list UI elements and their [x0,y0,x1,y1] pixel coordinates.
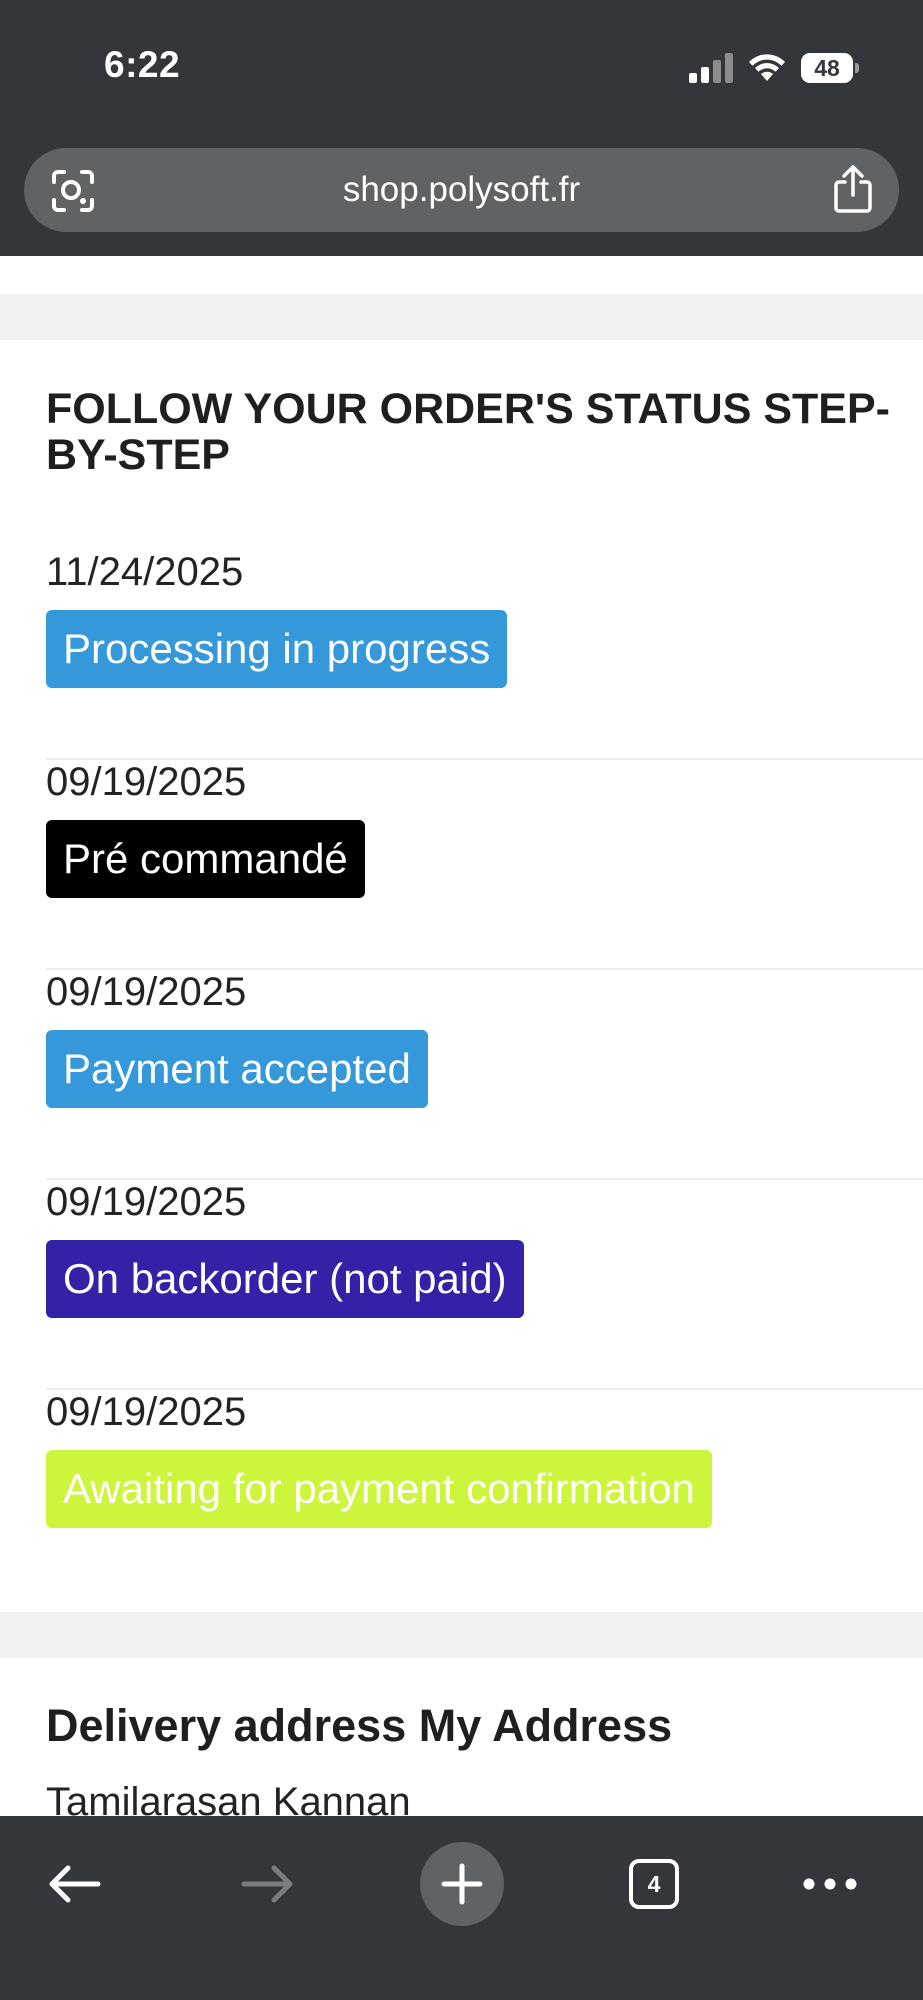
tab-count: 4 [629,1859,679,1909]
status-time: 6:22 [104,44,181,85]
cellular-signal-icon [689,53,733,83]
arrow-left-icon [49,1865,101,1903]
order-status-title: FOLLOW YOUR ORDER'S STATUS STEP-BY-STEP [46,385,890,479]
plus-icon [441,1863,483,1905]
status-history-entry: 09/19/2025 On backorder (not paid) [46,1180,923,1390]
browser-top-bar: 6:22 48 shop.polysoft.fr [0,0,923,256]
status-badge: Awaiting for payment confirmation [46,1450,712,1528]
status-history-entry: 11/24/2025 Processing in progress [46,550,923,760]
wifi-icon [749,54,785,81]
delivery-address-name: Tamilarasan Kannan [46,1780,411,1816]
status-badge: Payment accepted [46,1030,428,1108]
tabs-button[interactable]: 4 [626,1856,682,1912]
status-date: 09/19/2025 [46,1180,247,1224]
forward-button[interactable] [238,1852,298,1916]
arrow-right-icon [241,1865,293,1903]
status-date: 09/19/2025 [46,1390,247,1434]
new-tab-button[interactable] [420,1842,504,1926]
status-icons: 48 [689,48,859,88]
order-status-history: 11/24/2025 Processing in progress 09/19/20… [46,550,923,1598]
delivery-address-card: Delivery address My Address Tamilarasan … [0,1658,923,1816]
status-badge: On backorder (not paid) [46,1240,524,1318]
browser-bottom-toolbar: 4 [0,1816,923,2000]
url-text[interactable]: shop.polysoft.fr [24,148,899,232]
back-button[interactable] [44,1852,104,1916]
status-date: 11/24/2025 [46,550,244,594]
status-history-entry: 09/19/2025 Payment accepted [46,970,923,1180]
previous-section-bottom [0,256,923,294]
status-date: 09/19/2025 [46,760,247,804]
share-icon[interactable] [831,164,875,214]
address-bar[interactable]: shop.polysoft.fr [24,148,899,232]
order-status-card: FOLLOW YOUR ORDER'S STATUS STEP-BY-STEP … [0,340,923,1612]
more-button[interactable] [800,1852,860,1916]
page-content: FOLLOW YOUR ORDER'S STATUS STEP-BY-STEP … [0,256,923,1816]
status-badge: Processing in progress [46,610,508,688]
delivery-address-title: Delivery address My Address [46,1700,673,1751]
status-date: 09/19/2025 [46,970,247,1014]
status-history-entry: 09/19/2025 Awaiting for payment confirmat… [46,1390,923,1598]
more-dots-icon [803,1878,857,1890]
status-badge: Pré commandé [46,820,365,898]
battery-indicator: 48 [801,53,859,83]
status-history-entry: 09/19/2025 Pré commandé [46,760,923,970]
